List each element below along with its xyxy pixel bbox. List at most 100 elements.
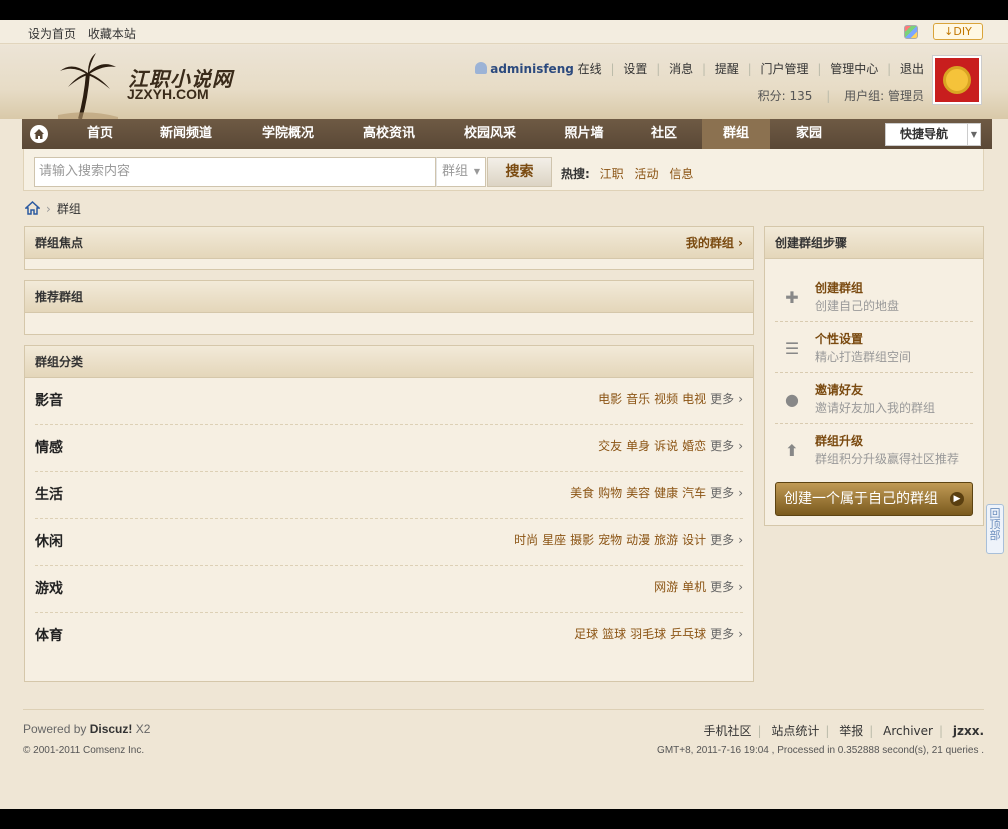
category-link[interactable]: 汽车 <box>682 486 706 500</box>
admin-center-link[interactable]: 管理中心 <box>830 62 878 76</box>
category-link[interactable]: 视频 <box>654 392 678 406</box>
category-name[interactable]: 影音 <box>35 390 63 410</box>
step-title[interactable]: 创建群组 <box>815 279 863 296</box>
messages-link[interactable]: 消息 <box>669 62 693 76</box>
diy-button[interactable]: ↓DIY <box>933 23 983 40</box>
category-link[interactable]: 动漫 <box>626 533 650 547</box>
category-link[interactable]: 网游 <box>654 580 678 594</box>
home-icon[interactable] <box>30 125 48 143</box>
category-name[interactable]: 生活 <box>35 484 63 504</box>
search-scope-select[interactable]: 群组 ▼ <box>436 157 486 187</box>
category-link[interactable]: 健康 <box>654 486 678 500</box>
settings-link[interactable]: 设置 <box>623 62 647 76</box>
logo-english[interactable]: JZXYH.COM <box>127 86 209 102</box>
category-link[interactable]: 诉说 <box>654 439 678 453</box>
main-nav: 首页 新闻频道 学院概况 高校资讯 校园风采 照片墙 社区 群组 家园 <box>22 119 992 149</box>
category-link[interactable]: 单机 <box>682 580 706 594</box>
more-link[interactable]: 更多 <box>710 580 734 594</box>
breadcrumb-current[interactable]: 群组 <box>57 202 81 216</box>
category-link[interactable]: 电影 <box>598 392 622 406</box>
discuz-link[interactable]: Discuz! <box>90 722 133 736</box>
nav-item-university-news[interactable]: 高校资讯 <box>351 119 427 149</box>
user-bar: adminisfeng 在线 | 设置 | 消息 | 提醒 | 门户管理 | 管… <box>475 60 924 77</box>
notifications-link[interactable]: 提醒 <box>715 62 739 76</box>
step-title[interactable]: 群组升级 <box>815 432 863 449</box>
more-link[interactable]: 更多 <box>710 392 734 406</box>
chevron-right-icon: › <box>738 580 743 594</box>
site-link[interactable]: jzxx. <box>953 724 984 738</box>
category-link[interactable]: 婚恋 <box>682 439 706 453</box>
credits-link[interactable]: 积分: 135 <box>758 89 813 103</box>
category-link[interactable]: 足球 <box>574 627 598 641</box>
create-steps-title: 创建群组步骤 <box>775 236 848 250</box>
quick-nav-button[interactable]: 快捷导航 ▼ <box>885 123 981 146</box>
home-icon[interactable] <box>25 201 40 215</box>
category-link[interactable]: 乒乓球 <box>670 627 706 641</box>
hot-search-item[interactable]: 活动 <box>634 167 658 181</box>
category-link[interactable]: 星座 <box>542 533 566 547</box>
set-home-link[interactable]: 设为首页 <box>28 27 76 41</box>
category-link[interactable]: 篮球 <box>602 627 626 641</box>
category-link[interactable]: 美食 <box>570 486 594 500</box>
hot-search-item[interactable]: 信息 <box>669 167 693 181</box>
nav-item-forum[interactable]: 社区 <box>634 119 694 149</box>
more-link[interactable]: 更多 <box>710 533 734 547</box>
nav-item-home-space[interactable]: 家园 <box>782 119 836 149</box>
focus-title: 群组焦点 <box>35 236 84 250</box>
search-scope-value: 群组 <box>442 164 469 179</box>
category-name[interactable]: 体育 <box>35 625 63 645</box>
username-link[interactable]: adminisfeng <box>490 62 574 76</box>
category-link[interactable]: 美容 <box>626 486 650 500</box>
step-title[interactable]: 个性设置 <box>815 330 863 347</box>
logout-link[interactable]: 退出 <box>900 62 924 76</box>
search-button[interactable]: 搜索 <box>487 157 552 187</box>
more-link[interactable]: 更多 <box>710 627 734 641</box>
portal-admin-link[interactable]: 门户管理 <box>761 62 809 76</box>
archiver-link[interactable]: Archiver <box>883 724 933 738</box>
categories-title: 群组分类 <box>35 355 84 369</box>
step-personalize: ☰ 个性设置 精心打造群组空间 <box>775 322 973 373</box>
arrow-right-icon: ▶ <box>950 492 964 506</box>
category-row: 休闲 时尚 星座 摄影 宠物 动漫 旅游 设计 更多 › <box>35 519 743 566</box>
more-link[interactable]: 更多 <box>710 486 734 500</box>
category-link[interactable]: 宠物 <box>598 533 622 547</box>
search-input[interactable]: 请输入搜索内容 <box>34 157 436 187</box>
bookmark-link[interactable]: 收藏本站 <box>88 27 136 41</box>
nav-item-campus[interactable]: 校园风采 <box>452 119 528 149</box>
create-group-button[interactable]: 创建一个属于自己的群组 ▶ <box>775 482 973 516</box>
step-invite: ● 邀请好友 邀请好友加入我的群组 <box>775 373 973 424</box>
step-title[interactable]: 邀请好友 <box>815 381 863 398</box>
category-name[interactable]: 情感 <box>35 437 63 457</box>
category-name[interactable]: 游戏 <box>35 578 63 598</box>
report-link[interactable]: 举报 <box>839 724 863 738</box>
category-link[interactable]: 单身 <box>626 439 650 453</box>
nav-item-home[interactable]: 首页 <box>62 119 138 149</box>
category-link[interactable]: 购物 <box>598 486 622 500</box>
category-link[interactable]: 时尚 <box>514 533 538 547</box>
category-link[interactable]: 音乐 <box>626 392 650 406</box>
stats-link[interactable]: 站点统计 <box>771 724 819 738</box>
category-row: 生活 美食 购物 美容 健康 汽车 更多 › <box>35 472 743 519</box>
category-link[interactable]: 设计 <box>682 533 706 547</box>
nav-item-news[interactable]: 新闻频道 <box>150 119 222 149</box>
my-groups-link[interactable]: 我的群组 › <box>686 227 743 259</box>
mobile-link[interactable]: 手机社区 <box>703 724 751 738</box>
nav-item-groups[interactable]: 群组 <box>702 119 770 149</box>
usergroup-link[interactable]: 用户组: 管理员 <box>844 89 924 103</box>
color-scheme-icon[interactable] <box>904 25 918 39</box>
nav-item-photos[interactable]: 照片墙 <box>553 119 615 149</box>
category-link[interactable]: 电视 <box>682 392 706 406</box>
back-to-top-button[interactable]: 回顶部 <box>986 504 1004 554</box>
footer-divider <box>23 709 984 710</box>
category-link[interactable]: 摄影 <box>570 533 594 547</box>
header: 江职小说网 JZXYH.COM adminisfeng 在线 | 设置 | 消息… <box>0 45 1008 121</box>
category-name[interactable]: 休闲 <box>35 531 63 551</box>
hot-search-item[interactable]: 江职 <box>600 167 624 181</box>
category-link[interactable]: 交友 <box>598 439 622 453</box>
nav-item-college[interactable]: 学院概况 <box>250 119 326 149</box>
more-link[interactable]: 更多 <box>710 439 734 453</box>
category-link[interactable]: 旅游 <box>654 533 678 547</box>
category-row: 影音 电影 音乐 视频 电视 更多 › <box>35 378 743 425</box>
category-link[interactable]: 羽毛球 <box>630 627 666 641</box>
avatar[interactable] <box>932 55 982 105</box>
